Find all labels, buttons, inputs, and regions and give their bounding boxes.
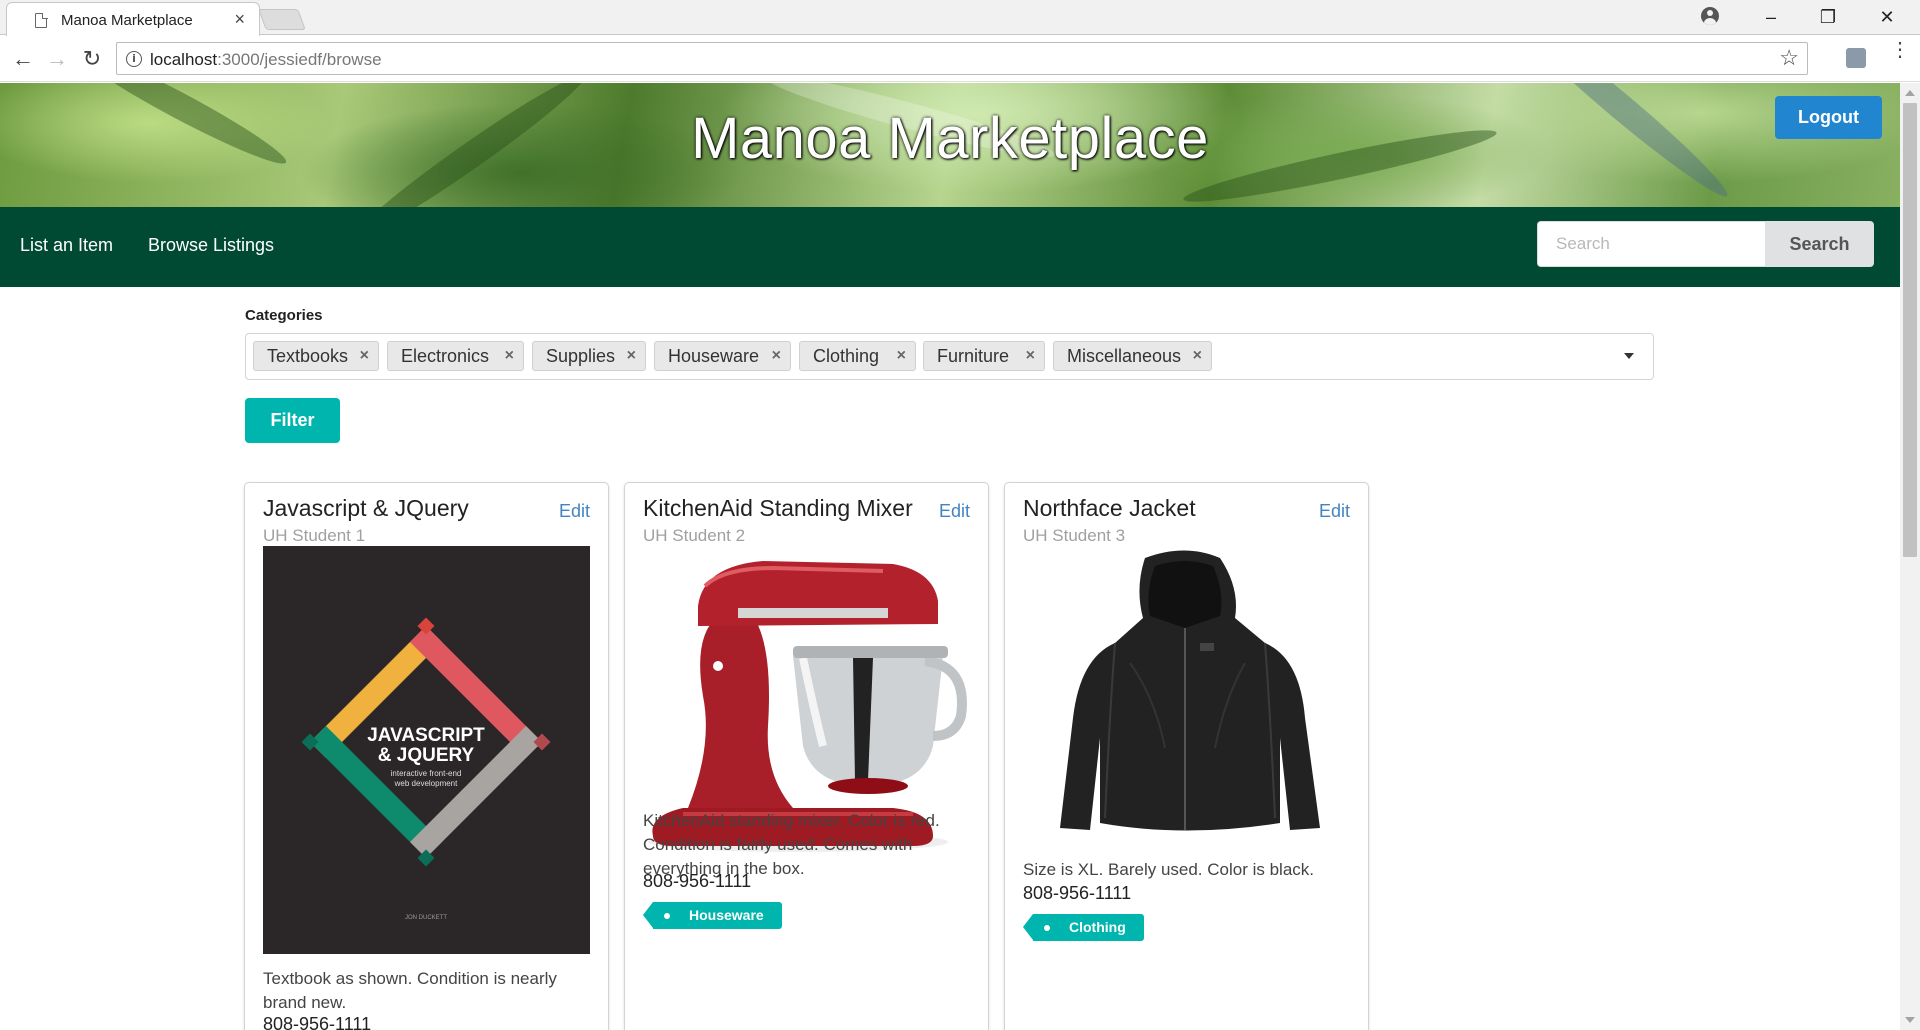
search-input[interactable]: [1537, 221, 1765, 267]
listing-phone: 808-956-1111: [643, 871, 752, 891]
tab-strip: Manoa Marketplace × – ❐ ✕: [0, 0, 1920, 36]
remove-icon[interactable]: ×: [1026, 342, 1035, 370]
header-banner: Manoa Marketplace Logout: [0, 83, 1900, 207]
tab-title: Manoa Marketplace: [61, 12, 193, 29]
chip-label: Clothing: [813, 346, 880, 366]
category-chip-clothing[interactable]: Clothing ×: [799, 341, 916, 371]
info-icon[interactable]: i: [126, 51, 142, 67]
search-button[interactable]: Search: [1765, 221, 1874, 267]
remove-icon[interactable]: ×: [627, 342, 636, 370]
book-title-line1: JAVASCRIPT: [367, 725, 485, 746]
category-chip-textbooks[interactable]: Textbooks ×: [253, 341, 379, 371]
book-title-line2: & JQUERY: [378, 745, 475, 766]
category-tag: Houseware: [643, 902, 782, 929]
menu-item-list-an-item[interactable]: List an Item: [20, 235, 113, 256]
browser-menu-icon[interactable]: ⋮: [1890, 40, 1910, 60]
listing-image: JAVASCRIPT & JQUERY interactive front-en…: [263, 546, 590, 954]
restore-button[interactable]: ❐: [1808, 4, 1848, 30]
menu-item-browse-listings[interactable]: Browse Listings: [148, 235, 274, 256]
browser-tab[interactable]: Manoa Marketplace ×: [6, 2, 260, 36]
reload-icon[interactable]: ↻: [77, 44, 107, 74]
remove-icon[interactable]: ×: [897, 342, 906, 370]
browser-toolbar: ← → ↻ i localhost:3000/jessiedf/browse ☆…: [0, 36, 1920, 82]
url-path: :3000/jessiedf/browse: [217, 50, 382, 69]
listing-phone: 808-956-1111: [263, 1014, 372, 1030]
scroll-up-arrow-icon[interactable]: [1905, 90, 1915, 96]
close-window-button[interactable]: ✕: [1867, 4, 1907, 30]
listing-description: Textbook as shown. Condition is nearly b…: [263, 969, 557, 1012]
edit-link[interactable]: Edit: [939, 501, 970, 522]
listing-title: Northface Jacket: [1023, 495, 1196, 521]
remove-icon[interactable]: ×: [1193, 342, 1202, 370]
book-author: JON DUCKETT: [405, 915, 447, 921]
minimize-button[interactable]: –: [1751, 4, 1791, 30]
logout-button[interactable]: Logout: [1775, 96, 1882, 139]
chip-label: Furniture: [937, 346, 1010, 366]
page-viewport: Manoa Marketplace Logout List an Item Br…: [0, 83, 1900, 1030]
javascript-book-cover: JAVASCRIPT & JQUERY interactive front-en…: [301, 617, 551, 921]
listing-seller: UH Student 1: [263, 526, 366, 545]
listing-title: KitchenAid Standing Mixer: [643, 495, 913, 521]
chip-label: Textbooks: [267, 346, 349, 366]
tab-close-icon[interactable]: ×: [234, 9, 245, 30]
scroll-thumb[interactable]: [1903, 103, 1917, 557]
url-text[interactable]: localhost:3000/jessiedf/browse: [150, 50, 382, 70]
category-chip-furniture[interactable]: Furniture ×: [923, 341, 1045, 371]
jacket-image: [1060, 550, 1320, 831]
category-tag: Clothing: [1023, 914, 1144, 941]
categories-multiselect[interactable]: Textbooks × Electronics × Supplies × Housew…: [245, 333, 1654, 380]
main-menu: List an Item Browse Listings Search: [0, 207, 1900, 287]
remove-icon[interactable]: ×: [772, 342, 781, 370]
category-chip-houseware[interactable]: Houseware ×: [654, 341, 791, 371]
listing-card: Javascript & JQuery Edit UH Student 1 JA…: [244, 482, 609, 1030]
listing-seller: UH Student 3: [1023, 526, 1126, 545]
categories-label: Categories: [245, 307, 323, 324]
dropdown-caret-icon[interactable]: [1624, 353, 1634, 359]
account-icon[interactable]: [1701, 7, 1719, 25]
listing-description: Size is XL. Barely used. Color is black.: [1023, 860, 1315, 879]
search-form: Search: [1537, 221, 1874, 267]
listing-title: Javascript & JQuery: [263, 495, 469, 521]
category-chip-supplies[interactable]: Supplies ×: [532, 341, 646, 371]
edit-link[interactable]: Edit: [559, 501, 590, 522]
page-icon: [35, 12, 48, 28]
category-chip-miscellaneous[interactable]: Miscellaneous ×: [1053, 341, 1212, 371]
listing-seller: UH Student 2: [643, 526, 746, 545]
address-bar[interactable]: i localhost:3000/jessiedf/browse ☆: [116, 42, 1808, 75]
remove-icon[interactable]: ×: [505, 342, 514, 370]
category-chip-electronics[interactable]: Electronics ×: [387, 341, 524, 371]
page-scrollbar[interactable]: [1900, 83, 1920, 1030]
chip-label: Houseware: [668, 346, 760, 366]
site-title: Manoa Marketplace: [691, 106, 1209, 171]
new-tab-button[interactable]: [258, 9, 306, 30]
listing-card: Northface Jacket Edit UH Student 3 Size …: [1004, 482, 1369, 1030]
listing-card: KitchenAid Standing Mixer Edit UH Studen…: [624, 482, 989, 1030]
url-host: localhost: [150, 50, 218, 69]
edit-link[interactable]: Edit: [1319, 501, 1350, 522]
filter-button[interactable]: Filter: [245, 398, 340, 443]
book-subtitle-line2: web development: [394, 779, 458, 788]
chip-label: Electronics: [401, 346, 490, 366]
listing-phone: 808-956-1111: [1023, 883, 1132, 903]
extension-icon[interactable]: [1846, 48, 1866, 68]
remove-icon[interactable]: ×: [360, 342, 369, 370]
forward-arrow-icon[interactable]: →: [42, 44, 72, 74]
book-subtitle-line1: interactive front-end: [391, 769, 462, 778]
bookmark-star-icon[interactable]: ☆: [1779, 45, 1799, 71]
chip-label: Supplies: [546, 346, 616, 366]
back-arrow-icon[interactable]: ←: [8, 44, 38, 74]
chip-label: Miscellaneous: [1067, 346, 1182, 366]
scroll-down-arrow-icon[interactable]: [1905, 1017, 1915, 1023]
